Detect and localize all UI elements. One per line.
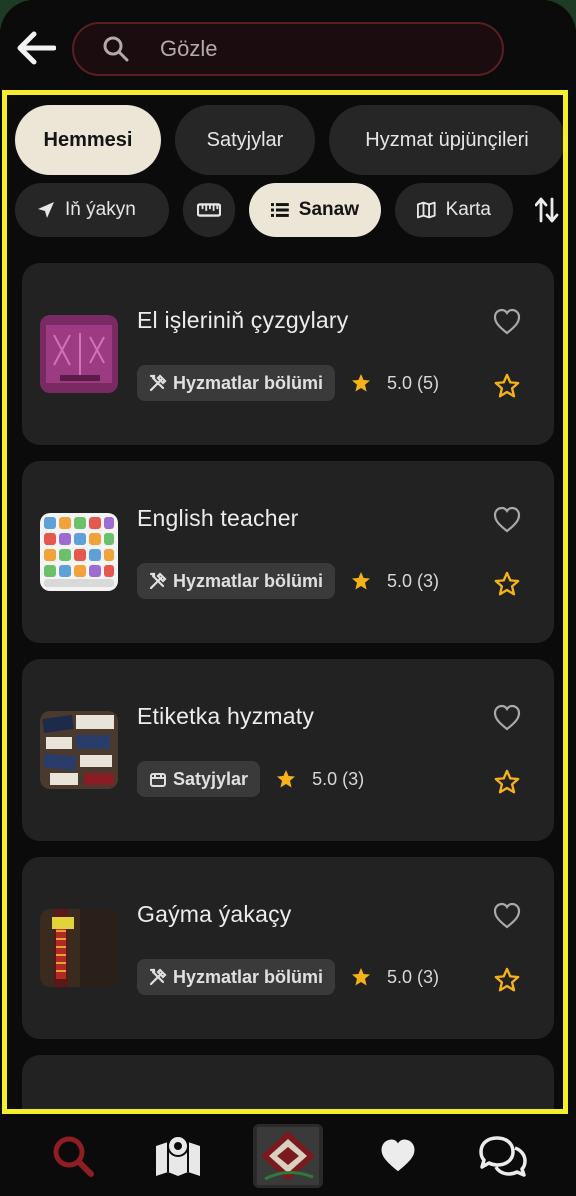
nav-favorites[interactable] <box>368 1126 428 1186</box>
heart-outline-icon[interactable] <box>492 901 522 931</box>
provider-list: El işleriniň çyzgylary Hyzmatlar bölümi … <box>22 263 554 1109</box>
list-view-button[interactable]: Sanaw <box>249 183 381 237</box>
nearest-label: Iň ýakyn <box>65 199 136 220</box>
search-bar[interactable] <box>72 22 504 76</box>
item-title: Gaýma ýakaçy <box>137 901 292 927</box>
list-label: Sanaw <box>298 199 359 220</box>
category-tabs: Hemmesi Satyjylar Hyzmat üpjünçileri <box>15 105 563 175</box>
heart-icon <box>381 1139 415 1172</box>
list-item[interactable]: El işleriniň çyzgylary Hyzmatlar bölümi … <box>22 263 554 445</box>
category-label: Hyzmatlar bölümi <box>173 966 324 987</box>
item-meta: Hyzmatlar bölümi 5.0 (3) <box>137 563 439 599</box>
nav-messages[interactable] <box>473 1126 533 1186</box>
list-item[interactable]: English teacher Hyzmatlar bölümi 5.0 (3) <box>22 461 554 643</box>
search-input[interactable] <box>160 36 460 62</box>
rating-value: 5.0 (3) <box>387 966 440 987</box>
item-title: El işleriniň çyzgylary <box>137 307 349 333</box>
item-meta: Satyjylar 5.0 (3) <box>137 761 364 797</box>
search-icon <box>53 1136 94 1177</box>
tab-sellers[interactable]: Satyjylar <box>175 105 315 175</box>
star-outline-icon[interactable] <box>494 571 520 597</box>
rating-value: 5.0 (5) <box>387 372 440 393</box>
back-button[interactable] <box>14 26 58 70</box>
star-filled-icon <box>352 374 371 392</box>
nav-home[interactable] <box>252 1124 323 1188</box>
heart-outline-icon[interactable] <box>492 307 522 337</box>
distance-button[interactable] <box>183 183 235 237</box>
category-label: Hyzmatlar bölümi <box>173 372 324 393</box>
rating-value: 5.0 (3) <box>312 768 365 789</box>
rating: 5.0 (5) <box>351 373 439 394</box>
content-area: Hemmesi Satyjylar Hyzmat üpjünçileri Iň … <box>2 90 568 1114</box>
tab-label: Hyzmat üpjünçileri <box>365 128 529 151</box>
category-badge: Satyjylar <box>137 761 261 797</box>
tab-label: Hemmesi <box>43 128 133 151</box>
thumbnail-collar <box>40 909 118 987</box>
list-item[interactable]: Etiketka hyzmaty Satyjylar 5.0 (3) <box>22 659 554 841</box>
star-outline-icon[interactable] <box>494 967 520 993</box>
category-label: Satyjylar <box>173 768 249 789</box>
tools-icon <box>149 968 167 986</box>
home-logo <box>256 1127 319 1185</box>
map-pin-icon <box>155 1135 200 1176</box>
top-bar <box>0 0 576 88</box>
item-title: English teacher <box>137 505 299 531</box>
tools-icon <box>149 572 167 590</box>
category-label: Hyzmatlar bölümi <box>173 570 324 591</box>
star-outline-icon[interactable] <box>494 769 520 795</box>
star-filled-icon <box>277 770 296 788</box>
tools-icon <box>149 374 167 392</box>
arrow-left-icon <box>17 31 56 65</box>
item-meta: Hyzmatlar bölümi 5.0 (5) <box>137 365 439 401</box>
item-meta: Hyzmatlar bölümi 5.0 (3) <box>137 959 439 995</box>
map-view-button[interactable]: Karta <box>395 183 513 237</box>
item-title: Etiketka hyzmaty <box>137 703 315 729</box>
app-screen: Hemmesi Satyjylar Hyzmat üpjünçileri Iň … <box>0 0 576 1196</box>
rating: 5.0 (3) <box>351 967 439 988</box>
tab-all[interactable]: Hemmesi <box>15 105 161 175</box>
map-label: Karta <box>445 199 491 220</box>
star-outline-icon[interactable] <box>494 373 520 399</box>
rating: 5.0 (3) <box>276 769 364 790</box>
nav-map[interactable] <box>148 1126 208 1186</box>
navigation-arrow-icon <box>38 202 54 218</box>
list-item[interactable] <box>22 1055 554 1109</box>
ruler-icon <box>197 203 221 217</box>
thumbnail-embroidery <box>40 315 118 393</box>
list-item[interactable]: Gaýma ýakaçy Hyzmatlar bölümi 5.0 (3) <box>22 857 554 1039</box>
tab-label: Satyjylar <box>206 128 284 151</box>
bottom-navigation <box>0 1116 576 1196</box>
store-icon <box>150 773 166 787</box>
tab-service-providers[interactable]: Hyzmat üpjünçileri <box>329 105 563 175</box>
chat-icon <box>479 1136 528 1177</box>
star-filled-icon <box>352 968 371 986</box>
list-icon <box>271 203 289 217</box>
heart-outline-icon[interactable] <box>492 505 522 535</box>
search-icon <box>102 35 130 63</box>
rating-value: 5.0 (3) <box>387 570 440 591</box>
thumbnail-stickers <box>40 513 118 591</box>
nearest-button[interactable]: Iň ýakyn <box>15 183 169 237</box>
category-badge: Hyzmatlar bölümi <box>137 959 336 995</box>
thumbnail-labels <box>40 711 118 789</box>
map-icon <box>417 201 436 219</box>
star-filled-icon <box>352 572 371 590</box>
category-badge: Hyzmatlar bölümi <box>137 365 336 401</box>
view-controls: Iň ýakyn Sanaw Karta <box>15 183 563 237</box>
category-badge: Hyzmatlar bölümi <box>137 563 336 599</box>
sort-button[interactable] <box>527 183 563 237</box>
heart-outline-icon[interactable] <box>492 703 522 733</box>
rating: 5.0 (3) <box>351 571 439 592</box>
sort-arrows-icon <box>535 197 559 223</box>
nav-search[interactable] <box>43 1126 103 1186</box>
